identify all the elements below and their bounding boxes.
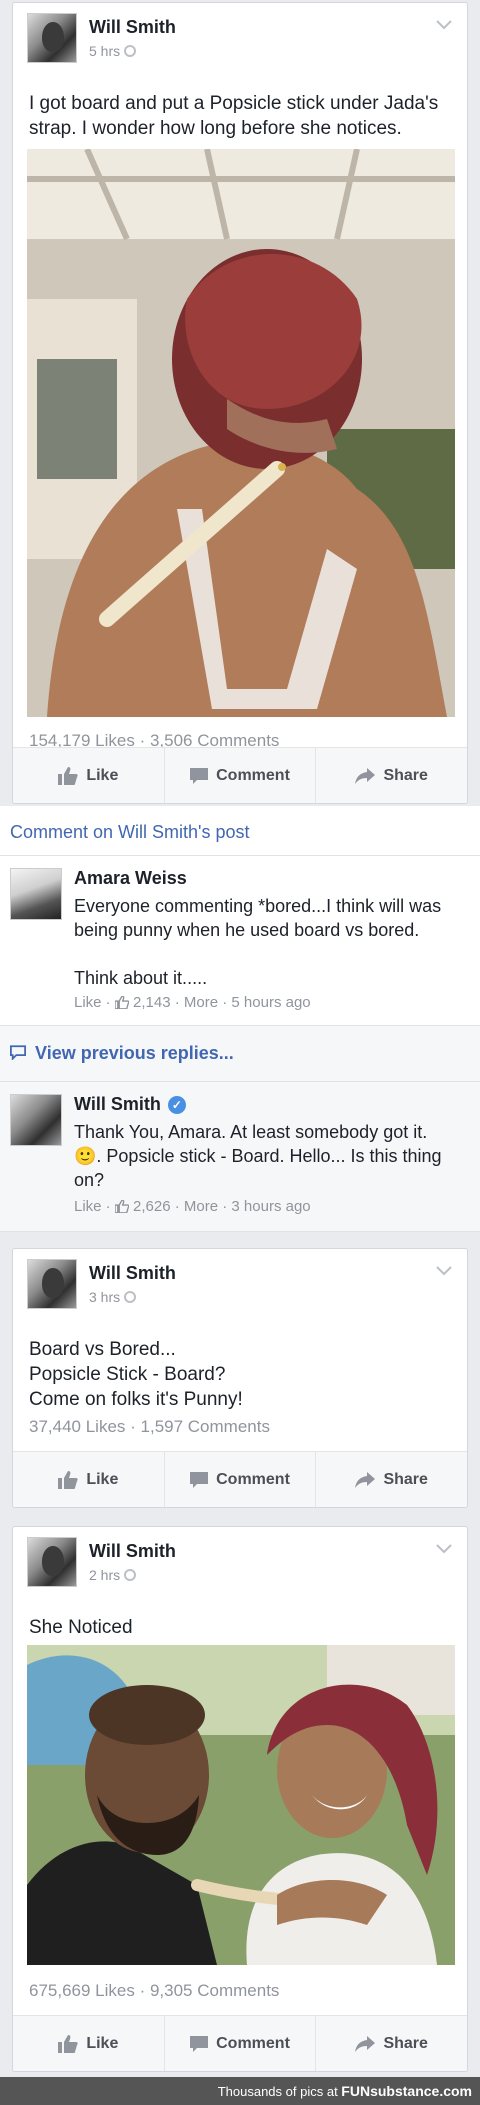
post-text-line: Come on folks it's Punny! <box>29 1389 243 1410</box>
avatar[interactable] <box>10 1094 62 1146</box>
globe-icon <box>124 1569 137 1581</box>
comment-icon <box>190 767 209 784</box>
comment-amara: Amara Weiss Everyone commenting *bored..… <box>0 856 480 1026</box>
comment-will-smith: Will Smith ✓ Thank You, Amara. At least … <box>0 1082 480 1232</box>
commenter-name[interactable]: Will Smith ✓ <box>74 1094 186 1115</box>
like-button[interactable]: Like <box>13 1452 165 1507</box>
commenter-name-text: Will Smith <box>74 1094 161 1114</box>
post-header: Will Smith 3 hrs <box>13 1249 467 1311</box>
post-time-text: 3 hrs <box>89 1289 121 1305</box>
share-button[interactable]: Share <box>316 2016 467 2071</box>
post-card-2: Will Smith 3 hrs Board vs Bored... Popsi… <box>12 1248 468 1508</box>
comment-button[interactable]: Comment <box>165 2016 317 2071</box>
thumbs-up-icon <box>58 766 78 785</box>
post-header: Will Smith 2 hrs <box>13 1527 467 1589</box>
comment-like-link[interactable]: Like · <box>74 1198 111 1215</box>
comment-text: Everyone commenting *bored...I think wil… <box>74 894 454 990</box>
share-label: Share <box>383 2034 428 2052</box>
comment-time: 3 hours ago <box>231 1198 311 1215</box>
post-header: Will Smith 5 hrs <box>13 3 467 65</box>
comment-button[interactable]: Comment <box>165 748 317 803</box>
thumbs-up-icon <box>58 1470 78 1489</box>
share-label: Share <box>383 766 428 784</box>
post-card-1: Will Smith 5 hrs I got board and put a P… <box>12 2 468 804</box>
like-label: Like <box>86 2034 119 2052</box>
thumbs-up-icon <box>58 2034 78 2053</box>
comment-line: Everyone commenting *bored...I think wil… <box>74 896 442 940</box>
like-label: Like <box>86 766 119 784</box>
post-time[interactable]: 5 hrs <box>89 43 137 59</box>
view-previous-label: View previous replies... <box>35 1043 234 1063</box>
comment-like-count[interactable]: 2,626 <box>133 1198 171 1215</box>
post-card-3: Will Smith 2 hrs She Noticed 675,669 Lik… <box>12 1526 468 2072</box>
author-name[interactable]: Will Smith <box>89 17 176 38</box>
author-name[interactable]: Will Smith <box>89 1541 176 1562</box>
comment-label: Comment <box>216 1470 290 1488</box>
comment-label: Comment <box>216 2034 290 2052</box>
comment-on-post-link[interactable]: Comment on Will Smith's post <box>0 806 480 856</box>
avatar[interactable] <box>10 868 62 920</box>
footer-text: Thousands of pics at <box>217 2084 342 2099</box>
post-photo[interactable] <box>27 1645 455 1965</box>
share-icon <box>355 1471 376 1488</box>
like-button[interactable]: Like <box>13 748 165 803</box>
verified-badge-icon: ✓ <box>167 1096 186 1114</box>
avatar[interactable] <box>27 1537 77 1587</box>
comment-meta: Like · 2,626 · More · 3 hours ago <box>74 1198 311 1215</box>
post-text-line: Popsicle Stick - Board? <box>29 1364 226 1385</box>
thumbs-up-icon <box>114 996 129 1009</box>
post-photo[interactable] <box>27 149 455 717</box>
commenter-name[interactable]: Amara Weiss <box>74 868 187 889</box>
post-time-text: 2 hrs <box>89 1567 121 1583</box>
chevron-down-icon[interactable] <box>433 1537 455 1559</box>
chevron-down-icon[interactable] <box>433 13 455 35</box>
globe-icon <box>124 45 137 57</box>
share-icon <box>355 2035 376 2052</box>
post-stats[interactable]: 37,440 Likes · 1,597 Comments <box>13 1417 286 1437</box>
post-time-text: 5 hrs <box>89 43 121 59</box>
comment-line: Think about it..... <box>74 968 208 988</box>
post-actions: Like Comment Share <box>13 2015 467 2071</box>
share-icon <box>355 767 376 784</box>
footer-brand[interactable]: FUNsubstance.com <box>341 2083 472 2099</box>
share-button[interactable]: Share <box>316 1452 467 1507</box>
comment-icon <box>190 1471 209 1488</box>
post-stats[interactable]: 675,669 Likes · 9,305 Comments <box>13 1981 295 2001</box>
share-button[interactable]: Share <box>316 748 467 803</box>
watermark-footer: Thousands of pics at FUNsubstance.com <box>0 2077 480 2105</box>
share-label: Share <box>383 1470 428 1488</box>
avatar[interactable] <box>27 13 77 63</box>
like-button[interactable]: Like <box>13 2016 165 2071</box>
chevron-down-icon[interactable] <box>433 1259 455 1281</box>
author-name[interactable]: Will Smith <box>89 1263 176 1284</box>
comment-more-link[interactable]: · More · <box>175 1198 228 1215</box>
comment-text: Thank You, Amara. At least somebody got … <box>74 1122 442 1190</box>
post-actions: Like Comment Share <box>13 747 467 803</box>
post-text-line: Board vs Bored... <box>29 1339 176 1360</box>
globe-icon <box>124 1291 137 1303</box>
comment-more-link[interactable]: · More · <box>175 994 228 1011</box>
comment-like-link[interactable]: Like · <box>74 994 111 1011</box>
post-time[interactable]: 3 hrs <box>89 1289 137 1305</box>
post-text: Board vs Bored... Popsicle Stick - Board… <box>13 1337 467 1412</box>
comment-button[interactable]: Comment <box>165 1452 317 1507</box>
comment-label: Comment <box>216 766 290 784</box>
post-actions: Like Comment Share <box>13 1451 467 1507</box>
post-text: I got board and put a Popsicle stick und… <box>29 93 439 139</box>
comment-icon <box>190 2035 209 2052</box>
post-text: She Noticed <box>29 1617 133 1638</box>
comment-meta: Like · 2,143 · More · 5 hours ago <box>74 994 311 1011</box>
comment-icon <box>10 1045 26 1061</box>
like-label: Like <box>86 1470 119 1488</box>
comment-time: 5 hours ago <box>231 994 311 1011</box>
avatar[interactable] <box>27 1259 77 1309</box>
comment-like-count[interactable]: 2,143 <box>133 994 171 1011</box>
view-previous-replies-link[interactable]: View previous replies... <box>0 1026 480 1082</box>
thumbs-up-icon <box>114 1200 129 1213</box>
post-time[interactable]: 2 hrs <box>89 1567 137 1583</box>
